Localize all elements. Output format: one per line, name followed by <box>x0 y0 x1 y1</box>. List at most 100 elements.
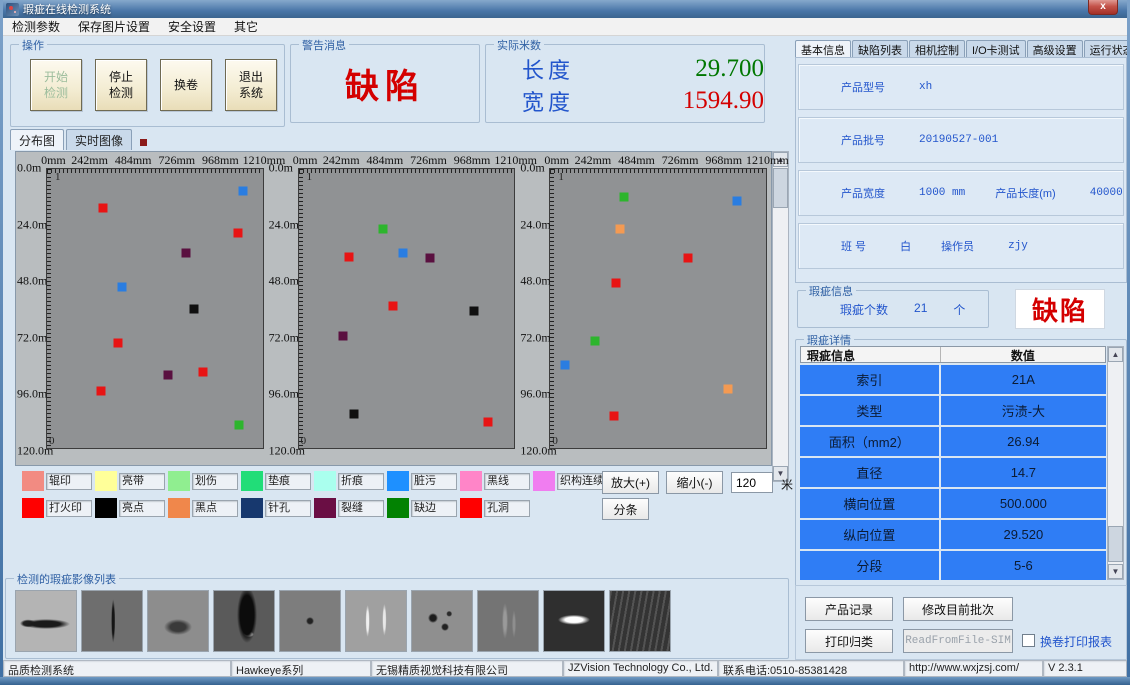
modify-batch-button[interactable]: 修改目前批次 <box>903 597 1013 621</box>
right-tab-6[interactable]: 运行状态信息 <box>1084 40 1130 58</box>
chart-scrollbar[interactable]: ▲ ▼ <box>772 151 789 482</box>
defect-point[interactable] <box>233 229 242 238</box>
zoom-in-button[interactable]: 放大(+) <box>602 471 659 494</box>
chart-panel-3: 0mm242mm484mm726mm968mm1210mm0.0m24.0m48… <box>519 152 771 465</box>
reprint-checkbox[interactable] <box>1022 634 1035 647</box>
defect-point[interactable] <box>619 192 628 201</box>
defect-point[interactable] <box>426 253 435 262</box>
status-segment-6: http://www.wxjzsj.com/ <box>904 660 1043 677</box>
defect-point[interactable] <box>164 371 173 380</box>
op-button-2[interactable]: 停止 检测 <box>95 59 147 111</box>
y-tick-label: 96.0m <box>269 387 297 402</box>
defect-point[interactable] <box>615 225 624 234</box>
print-sort-button[interactable]: 打印归类 <box>805 629 893 653</box>
defect-point[interactable] <box>724 385 733 394</box>
right-tab-2[interactable]: 缺陷列表 <box>852 40 908 58</box>
defect-point[interactable] <box>97 386 106 395</box>
range-unit-label: 米 <box>781 476 793 493</box>
defect-point[interactable] <box>117 282 126 291</box>
defect-point[interactable] <box>483 418 492 427</box>
defect-point[interactable] <box>561 360 570 369</box>
defect-point[interactable] <box>609 412 618 421</box>
defect-thumbnail-9[interactable] <box>543 590 605 652</box>
defect-point[interactable] <box>470 307 479 316</box>
zoom-out-button[interactable]: 缩小(-) <box>666 471 723 494</box>
right-tab-5[interactable]: 高级设置 <box>1027 40 1083 58</box>
legend-label: 折痕 <box>338 473 384 490</box>
detail-row-5[interactable]: 横向位置500.000 <box>800 489 1106 518</box>
y-tick-label: 120.0m <box>17 444 45 459</box>
defect-thumbnail-2[interactable] <box>81 590 143 652</box>
chart-panel-2: 0mm242mm484mm726mm968mm1210mm0.0m24.0m48… <box>268 152 520 465</box>
view-tab-1[interactable]: 分布图 <box>10 129 64 150</box>
defect-thumbnail-4[interactable] <box>213 590 275 652</box>
detail-row-3[interactable]: 面积（mm2）26.94 <box>800 427 1106 456</box>
defect-thumbnail-1[interactable] <box>15 590 77 652</box>
plot-2: 10 <box>298 168 516 449</box>
defect-point[interactable] <box>590 336 599 345</box>
menu-item-3[interactable]: 安全设置 <box>159 18 225 35</box>
operations-group-label: 操作 <box>19 37 47 53</box>
defect-point[interactable] <box>235 421 244 430</box>
legend-item-11: 黑点 <box>168 497 241 519</box>
defect-point[interactable] <box>338 332 347 341</box>
defect-point[interactable] <box>349 410 358 419</box>
right-tab-1[interactable]: 基本信息 <box>795 40 851 58</box>
op-button-4[interactable]: 退出 系统 <box>225 59 277 111</box>
x-tick-label: 484mm <box>618 153 655 168</box>
legend-item-7: 黑线 <box>460 470 533 492</box>
detail-value: 26.94 <box>941 427 1106 456</box>
close-button[interactable]: x <box>1088 0 1118 15</box>
defect-thumbnail-8[interactable] <box>477 590 539 652</box>
defect-thumbnail-5[interactable] <box>279 590 341 652</box>
legend-item-6: 脏污 <box>387 470 460 492</box>
product-record-button[interactable]: 产品记录 <box>805 597 893 621</box>
defect-point[interactable] <box>733 196 742 205</box>
defect-thumbnail-3[interactable] <box>147 590 209 652</box>
table-scroll-down-icon[interactable]: ▼ <box>1108 564 1123 579</box>
op-button-3[interactable]: 换卷 <box>160 59 212 111</box>
defect-point[interactable] <box>388 301 397 310</box>
defect-point[interactable] <box>399 248 408 257</box>
legend-item-15: 孔洞 <box>460 497 533 519</box>
view-tab-2[interactable]: 实时图像 <box>66 129 132 150</box>
defect-thumbnail-10[interactable] <box>609 590 671 652</box>
defect-point[interactable] <box>114 338 123 347</box>
table-scrollbar[interactable]: ▲ ▼ <box>1107 346 1124 580</box>
defect-point[interactable] <box>684 254 693 263</box>
table-scroll-up-icon[interactable]: ▲ <box>1108 347 1123 362</box>
legend-label: 孔洞 <box>484 500 530 517</box>
x-tick-label: 726mm <box>662 153 699 168</box>
read-from-file-button: ReadFromFile-SIM <box>903 629 1013 653</box>
table-scroll-thumb[interactable] <box>1108 526 1123 562</box>
menu-item-4[interactable]: 其它 <box>225 18 267 35</box>
defect-point[interactable] <box>378 225 387 234</box>
defect-point[interactable] <box>199 367 208 376</box>
right-tab-4[interactable]: I/O卡测试 <box>966 40 1026 58</box>
detail-row-6[interactable]: 纵向位置29.520 <box>800 520 1106 549</box>
defect-point[interactable] <box>345 253 354 262</box>
defect-point[interactable] <box>611 279 620 288</box>
plot-top-ticks <box>47 169 263 173</box>
detail-row-4[interactable]: 直径14.7 <box>800 458 1106 487</box>
detail-row-7[interactable]: 分段5-6 <box>800 551 1106 580</box>
defect-point[interactable] <box>239 186 248 195</box>
plot-top-marker: 1 <box>558 171 564 183</box>
menu-item-2[interactable]: 保存图片设置 <box>69 18 159 35</box>
range-input[interactable] <box>731 472 773 493</box>
width-row: 宽度 1594.90 <box>522 85 764 117</box>
defect-point[interactable] <box>99 204 108 213</box>
detail-row-2[interactable]: 类型污渍-大 <box>800 396 1106 425</box>
chart-scroll-thumb[interactable] <box>773 168 788 208</box>
defect-point[interactable] <box>189 304 198 313</box>
x-tick-label: 968mm <box>705 153 742 168</box>
defect-point[interactable] <box>182 249 191 258</box>
right-tab-3[interactable]: 相机控制 <box>909 40 965 58</box>
split-button[interactable]: 分条 <box>602 498 649 520</box>
menu-item-1[interactable]: 检测参数 <box>3 18 69 35</box>
defect-thumbnail-7[interactable] <box>411 590 473 652</box>
detail-row-1[interactable]: 索引21A <box>800 365 1106 394</box>
defect-thumbnail-6[interactable] <box>345 590 407 652</box>
legend-swatch <box>168 471 190 491</box>
status-segment-7: V 2.3.1 <box>1043 660 1127 677</box>
